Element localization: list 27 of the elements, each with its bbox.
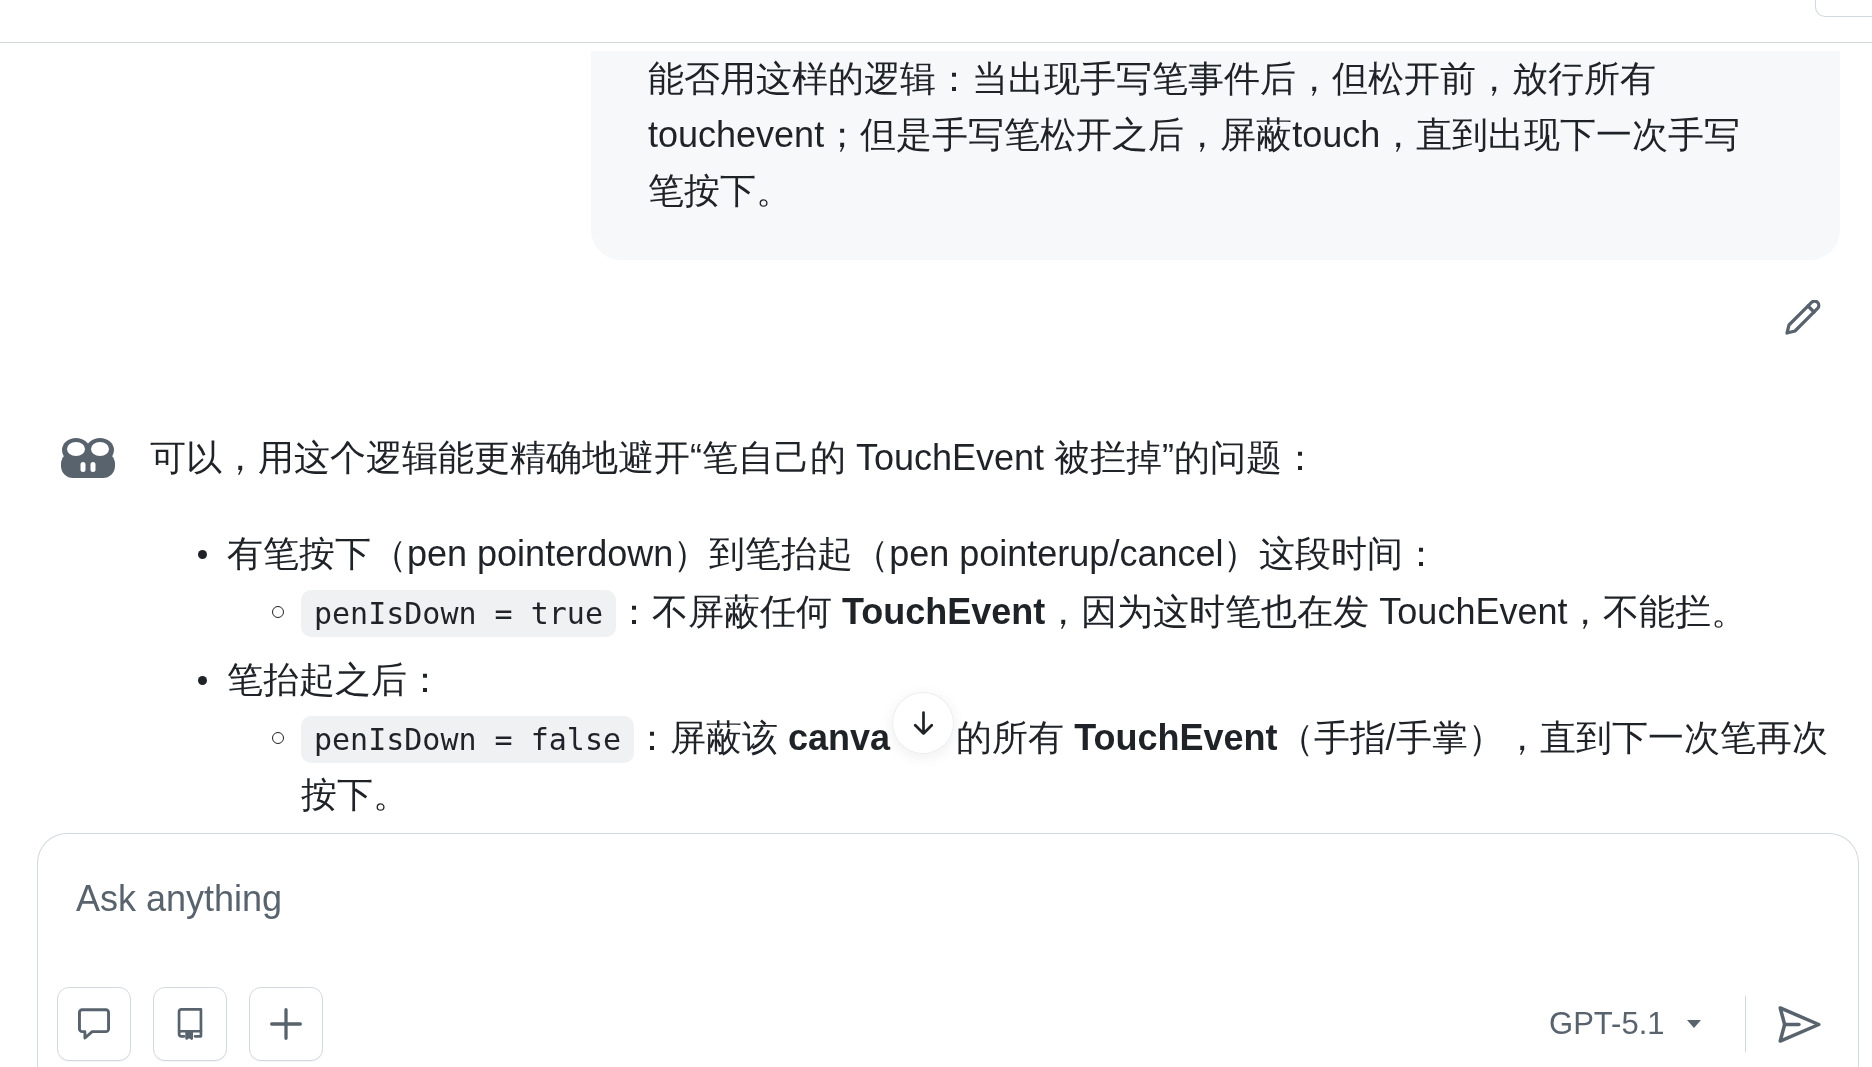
comment-button[interactable] xyxy=(57,987,131,1061)
speech-bubble-icon xyxy=(78,1008,110,1040)
robot-face-icon xyxy=(58,437,118,479)
model-picker-button[interactable]: GPT-5.1 xyxy=(1549,1006,1701,1042)
message-input[interactable]: Ask anything xyxy=(76,874,1820,974)
user-message-bubble: 能否用这样的逻辑：当出现手写笔事件后，但松开前，放行所有touchevent；但是手写笔松开之后，屏蔽touch，直到出现下一次手写笔按下。 xyxy=(591,51,1840,260)
list-item-text: 有笔按下（pen pointerdown）到笔抬起（pen pointerup/cancel）这段时间： xyxy=(227,532,1441,576)
assistant-message-text: 可以，用这个逻辑能更精确地避开“笔自己的 TouchEvent 被拦掉”的问题： xyxy=(150,436,1319,480)
caret-down-icon xyxy=(1686,1020,1701,1028)
code-snippet: penIsDown = true xyxy=(301,590,616,637)
add-button[interactable] xyxy=(249,987,323,1061)
book-button[interactable] xyxy=(153,987,227,1061)
arrow-down-icon xyxy=(912,711,934,735)
list-item-text: 的所有 TouchEvent（手指/手掌），直到下一次笔再次 xyxy=(956,717,1828,758)
list-item-text: ：不屏蔽任何 TouchEvent，因为这时笔也在发 TouchEvent，不能拦。 xyxy=(616,591,1748,632)
list-item-text: 按下。 xyxy=(301,774,409,815)
bullet-icon xyxy=(198,549,207,559)
plus-icon xyxy=(270,1008,302,1040)
edit-button[interactable] xyxy=(1785,300,1821,336)
pencil-icon xyxy=(1785,300,1821,336)
code-snippet: penIsDown = false xyxy=(301,716,635,763)
list-item-text: ：屏蔽该 canva xyxy=(634,717,891,758)
bullet-icon xyxy=(198,675,207,685)
send-button[interactable] xyxy=(1778,1005,1821,1043)
send-icon xyxy=(1778,1005,1821,1043)
list-item-text: 笔抬起之后： xyxy=(227,658,444,702)
message-composer[interactable]: Ask anything GPT-5.1 xyxy=(37,833,1859,1067)
